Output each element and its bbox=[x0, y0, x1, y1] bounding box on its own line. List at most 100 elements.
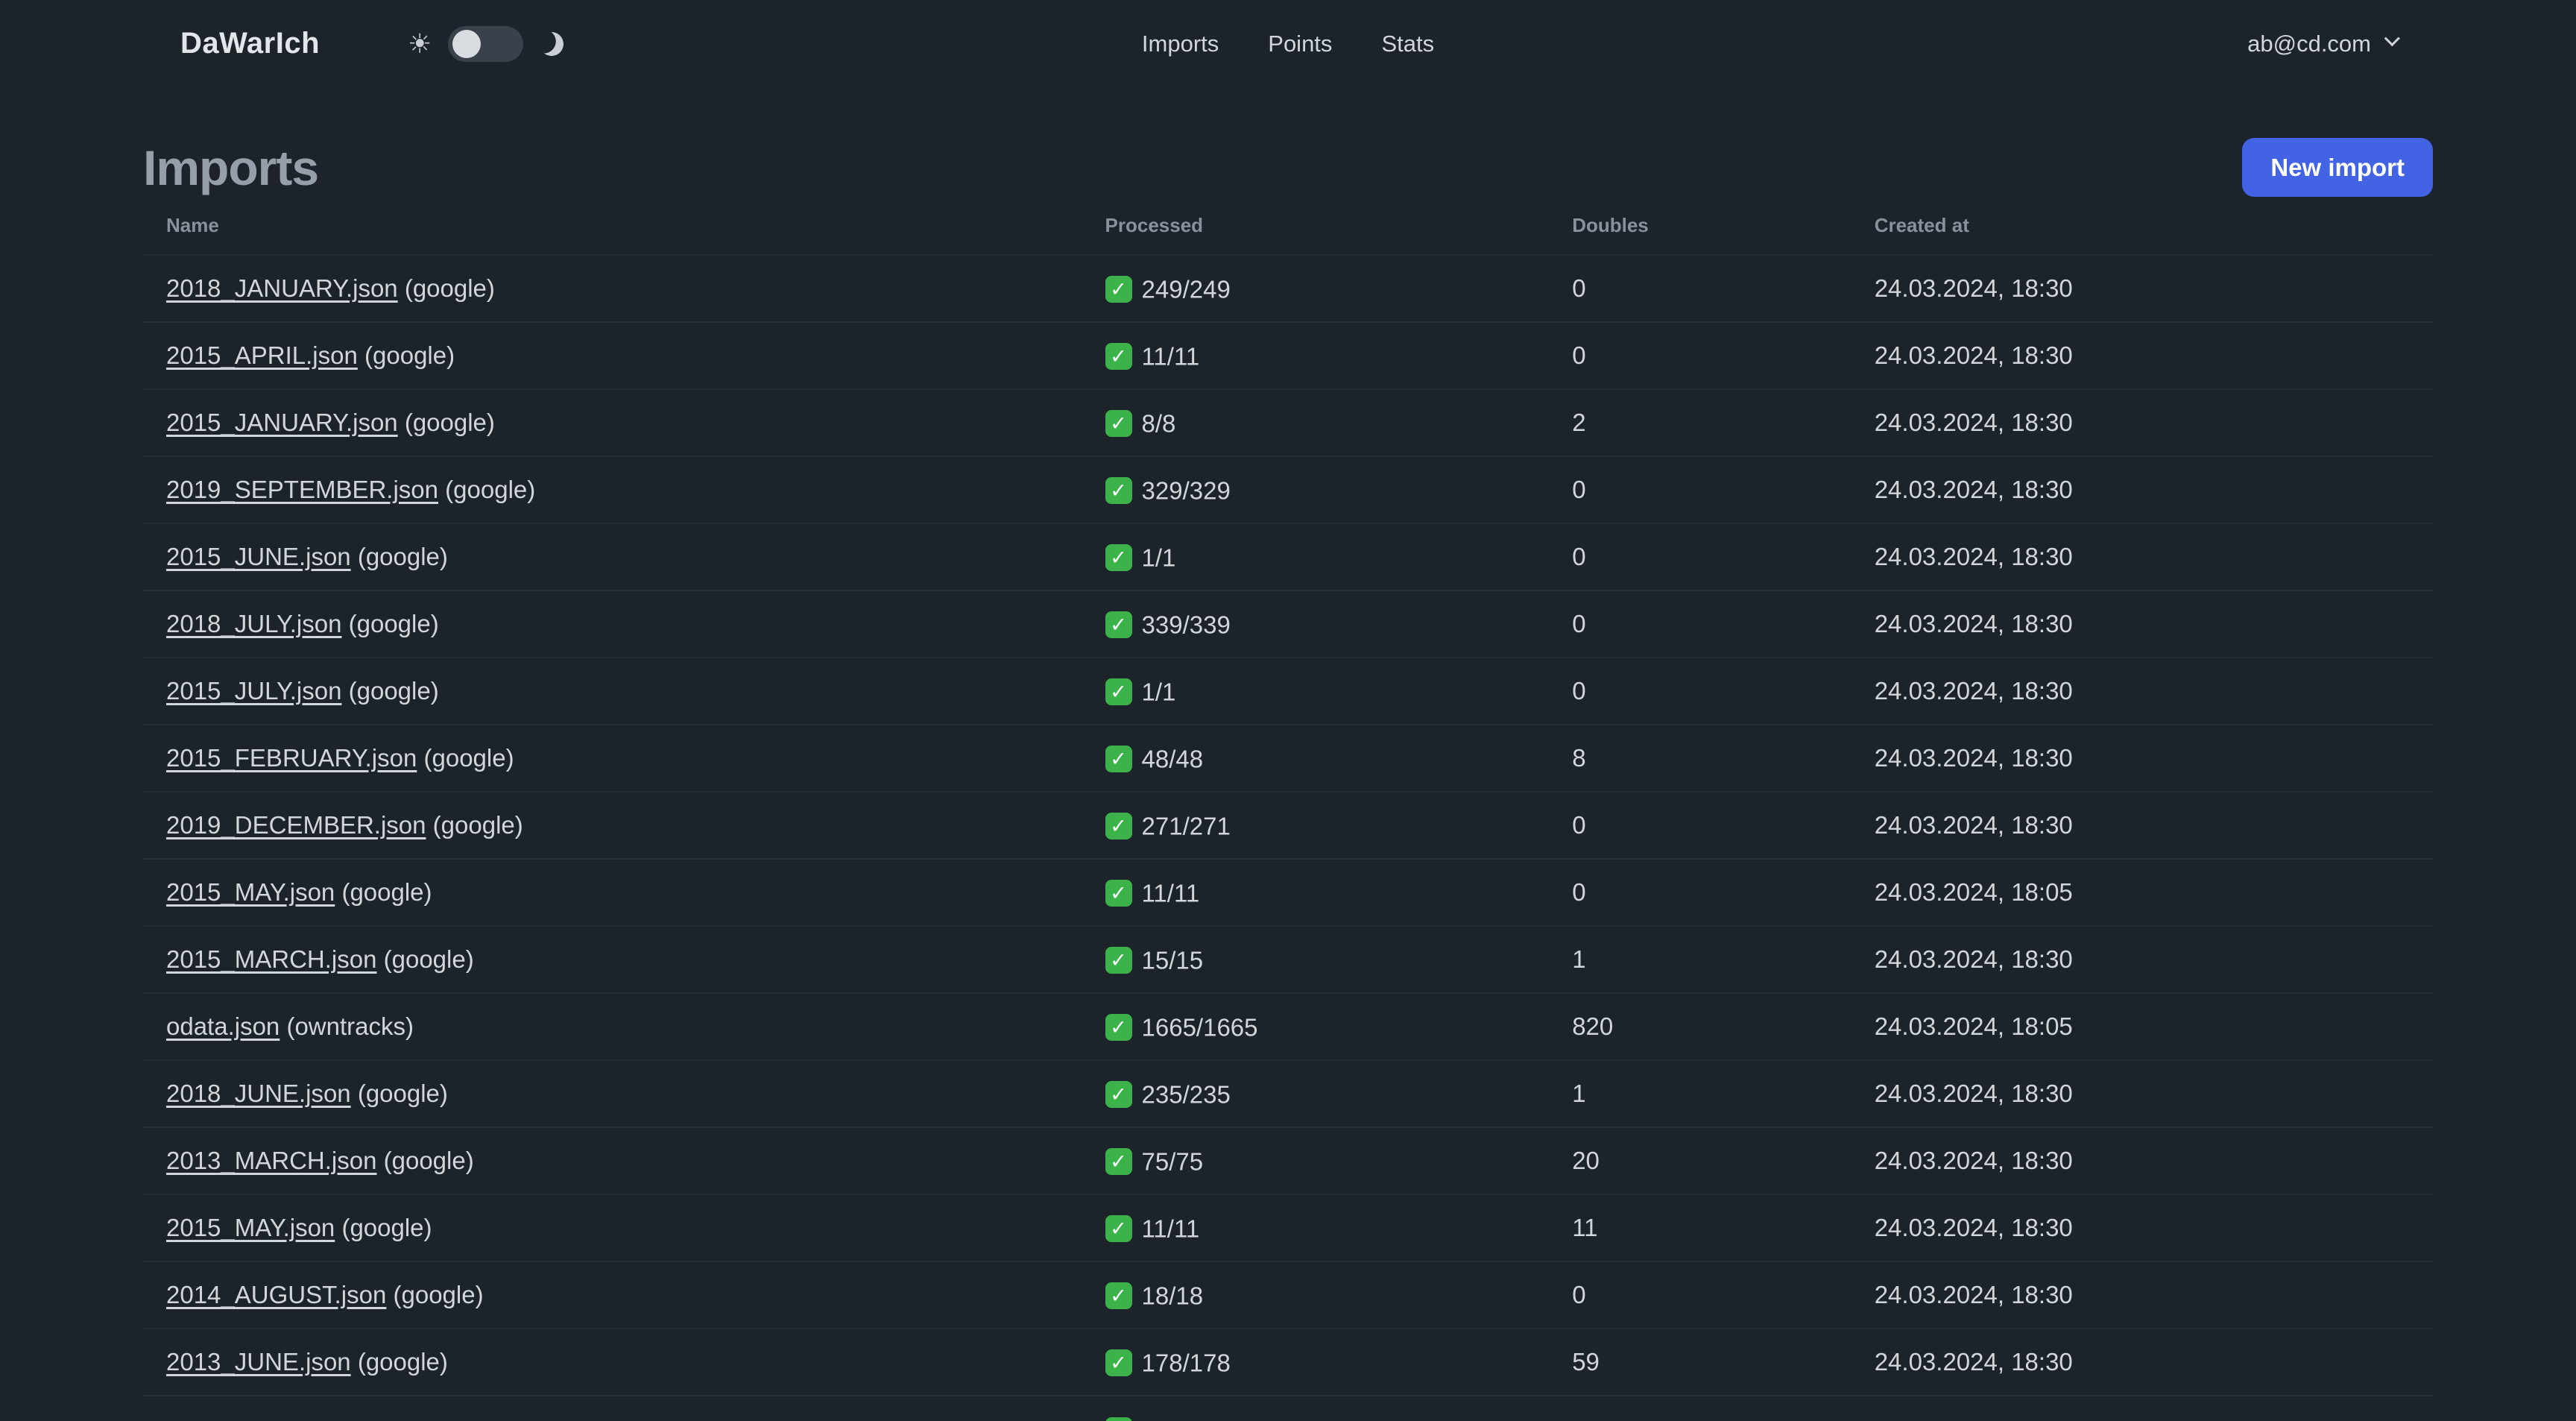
created-at-cell: 24.03.2024, 18:05 bbox=[1851, 859, 2433, 927]
processed-cell: ✓ 1665/1665 bbox=[1082, 993, 1550, 1061]
import-name-cell: 2015_JANUARY.json (google) bbox=[143, 389, 1082, 457]
import-file-link[interactable]: 2019_SEPTEMBER.json bbox=[166, 476, 438, 503]
success-check-icon: ✓ bbox=[1105, 1417, 1132, 1421]
import-source-label: (google) bbox=[426, 811, 523, 839]
account-menu[interactable]: ab@cd.com bbox=[2247, 30, 2400, 57]
import-file-link[interactable]: 2014_AUGUST.json bbox=[166, 1281, 386, 1308]
created-at-cell: 24.03.2024, 18:30 bbox=[1851, 523, 2433, 591]
processed-count: 11/11 bbox=[1141, 879, 1200, 907]
success-check-icon: ✓ bbox=[1105, 544, 1132, 572]
created-at-cell: 24.03.2024, 18:05 bbox=[1851, 993, 2433, 1061]
import-source-label: (google) bbox=[341, 610, 439, 637]
table-row: 2015_JANUARY.json (google) ✓ 8/8 2 24.03.202… bbox=[143, 389, 2433, 457]
chevron-down-icon bbox=[2384, 31, 2400, 47]
theme-toggle-switch[interactable] bbox=[448, 25, 524, 62]
imports-table-body: 2018_JANUARY.json (google) ✓ 249/249 0 24.03… bbox=[143, 255, 2433, 1421]
doubles-cell: 0 bbox=[1549, 523, 1852, 591]
import-file-link[interactable]: 2018_JANUARY.json bbox=[166, 274, 398, 302]
import-source-label: (google) bbox=[357, 341, 455, 369]
doubles-cell: 59 bbox=[1549, 1329, 1852, 1396]
created-at-cell: 24.03.2024, 18:30 bbox=[1851, 926, 2433, 994]
nav-link-points[interactable]: Points bbox=[1268, 31, 1332, 57]
created-at-cell bbox=[1851, 1396, 2433, 1421]
created-at-cell: 24.03.2024, 18:30 bbox=[1851, 1127, 2433, 1195]
processed-count: 178/178 bbox=[1141, 1349, 1231, 1377]
import-file-link[interactable]: 2015_JUNE.json bbox=[166, 543, 351, 570]
doubles-cell: 20 bbox=[1549, 1127, 1852, 1195]
import-file-link[interactable]: 2015_FEBRUARY.json bbox=[166, 744, 417, 772]
import-name-cell: odata.json (owntracks) bbox=[143, 993, 1082, 1061]
doubles-cell: 8 bbox=[1549, 725, 1852, 793]
import-source-label: (google) bbox=[335, 878, 432, 906]
page-header: Imports New import bbox=[143, 138, 2433, 197]
header-created-at: Created at bbox=[1851, 197, 2433, 256]
processed-count: 235/235 bbox=[1141, 1080, 1231, 1109]
import-name-cell bbox=[143, 1396, 1082, 1421]
import-name-cell: 2018_JUNE.json (google) bbox=[143, 1060, 1082, 1128]
nav-link-stats[interactable]: Stats bbox=[1381, 31, 1434, 57]
import-file-link[interactable]: 2018_JUNE.json bbox=[166, 1080, 351, 1107]
import-name-cell: 2013_JUNE.json (google) bbox=[143, 1329, 1082, 1396]
processed-count: 249/249 bbox=[1141, 275, 1231, 303]
new-import-button[interactable]: New import bbox=[2242, 138, 2433, 197]
processed-cell: ✓ 1/1 bbox=[1082, 658, 1550, 725]
table-row: 2015_APRIL.json (google) ✓ 11/11 0 24.03.202… bbox=[143, 322, 2433, 390]
import-file-link[interactable]: 2013_JUNE.json bbox=[166, 1348, 351, 1376]
created-at-cell: 24.03.2024, 18:30 bbox=[1851, 658, 2433, 725]
table-row: 2015_MAY.json (google) ✓ 11/11 0 24.03.2024,… bbox=[143, 859, 2433, 927]
import-file-link[interactable]: 2015_JANUARY.json bbox=[166, 409, 398, 436]
success-check-icon: ✓ bbox=[1105, 1148, 1132, 1176]
table-row: 2014_AUGUST.json (google) ✓ 18/18 0 24.03.20… bbox=[143, 1261, 2433, 1329]
header-doubles: Doubles bbox=[1549, 197, 1852, 256]
created-at-cell: 24.03.2024, 18:30 bbox=[1851, 389, 2433, 457]
import-name-cell: 2015_JULY.json (google) bbox=[143, 658, 1082, 725]
nav-link-imports[interactable]: Imports bbox=[1142, 31, 1219, 57]
sun-icon: ☀ bbox=[408, 28, 432, 59]
processed-count: 11/11 bbox=[1141, 342, 1200, 371]
doubles-cell: 2 bbox=[1549, 389, 1852, 457]
processed-cell: ✓ 329/329 bbox=[1082, 456, 1550, 524]
processed-count: 48/48 bbox=[1141, 745, 1204, 773]
created-at-cell: 24.03.2024, 18:30 bbox=[1851, 1261, 2433, 1329]
processed-cell: ✓ 15/15 bbox=[1082, 926, 1550, 994]
account-email: ab@cd.com bbox=[2247, 30, 2371, 57]
table-row: 2015_FEBRUARY.json (google) ✓ 48/48 8 24.03.… bbox=[143, 725, 2433, 793]
doubles-cell: 0 bbox=[1549, 590, 1852, 658]
import-file-link[interactable]: odata.json bbox=[166, 1012, 280, 1040]
import-file-link[interactable]: 2015_MAY.json bbox=[166, 1214, 335, 1241]
doubles-cell: 11 bbox=[1549, 1194, 1852, 1262]
app-logo[interactable]: DaWarIch bbox=[180, 27, 320, 60]
import-file-link[interactable]: 2015_MARCH.json bbox=[166, 945, 376, 973]
import-file-link[interactable]: 2015_JULY.json bbox=[166, 677, 341, 705]
success-check-icon: ✓ bbox=[1105, 410, 1132, 438]
success-check-icon: ✓ bbox=[1105, 880, 1132, 907]
import-name-cell: 2019_DECEMBER.json (google) bbox=[143, 792, 1082, 860]
import-file-link[interactable]: 2013_MARCH.json bbox=[166, 1147, 376, 1174]
processed-count: 1/1 bbox=[1141, 543, 1176, 572]
table-row: 2018_JULY.json (google) ✓ 339/339 0 24.03.20… bbox=[143, 590, 2433, 658]
import-file-link[interactable]: 2015_MAY.json bbox=[166, 878, 335, 906]
import-name-cell: 2015_MAY.json (google) bbox=[143, 1194, 1082, 1262]
import-name-cell: 2018_JULY.json (google) bbox=[143, 590, 1082, 658]
success-check-icon: ✓ bbox=[1105, 678, 1132, 706]
import-file-link[interactable]: 2015_APRIL.json bbox=[166, 341, 358, 369]
import-name-cell: 2015_MARCH.json (google) bbox=[143, 926, 1082, 994]
import-name-cell: 2018_JANUARY.json (google) bbox=[143, 255, 1082, 323]
success-check-icon: ✓ bbox=[1105, 1282, 1132, 1310]
doubles-cell: 0 bbox=[1549, 456, 1852, 524]
import-file-link[interactable]: 2019_DECEMBER.json bbox=[166, 811, 426, 839]
processed-count: 271/271 bbox=[1141, 812, 1231, 840]
processed-count: 11/11 bbox=[1141, 1214, 1200, 1243]
import-name-cell: 2014_AUGUST.json (google) bbox=[143, 1261, 1082, 1329]
success-check-icon: ✓ bbox=[1105, 343, 1132, 371]
import-source-label: (google) bbox=[397, 274, 495, 302]
doubles-cell: 820 bbox=[1549, 993, 1852, 1061]
processed-cell: ✓ 18/18 bbox=[1082, 1261, 1550, 1329]
processed-cell: ✓ 235/235 bbox=[1082, 1060, 1550, 1128]
import-source-label: (google) bbox=[350, 1080, 448, 1107]
created-at-cell: 24.03.2024, 18:30 bbox=[1851, 1060, 2433, 1128]
processed-cell: ✓ 48/48 bbox=[1082, 725, 1550, 793]
processed-count: 329/329 bbox=[1141, 476, 1231, 505]
import-file-link[interactable]: 2018_JULY.json bbox=[166, 610, 341, 637]
table-row: 2015_MARCH.json (google) ✓ 15/15 1 24.03.202… bbox=[143, 926, 2433, 994]
